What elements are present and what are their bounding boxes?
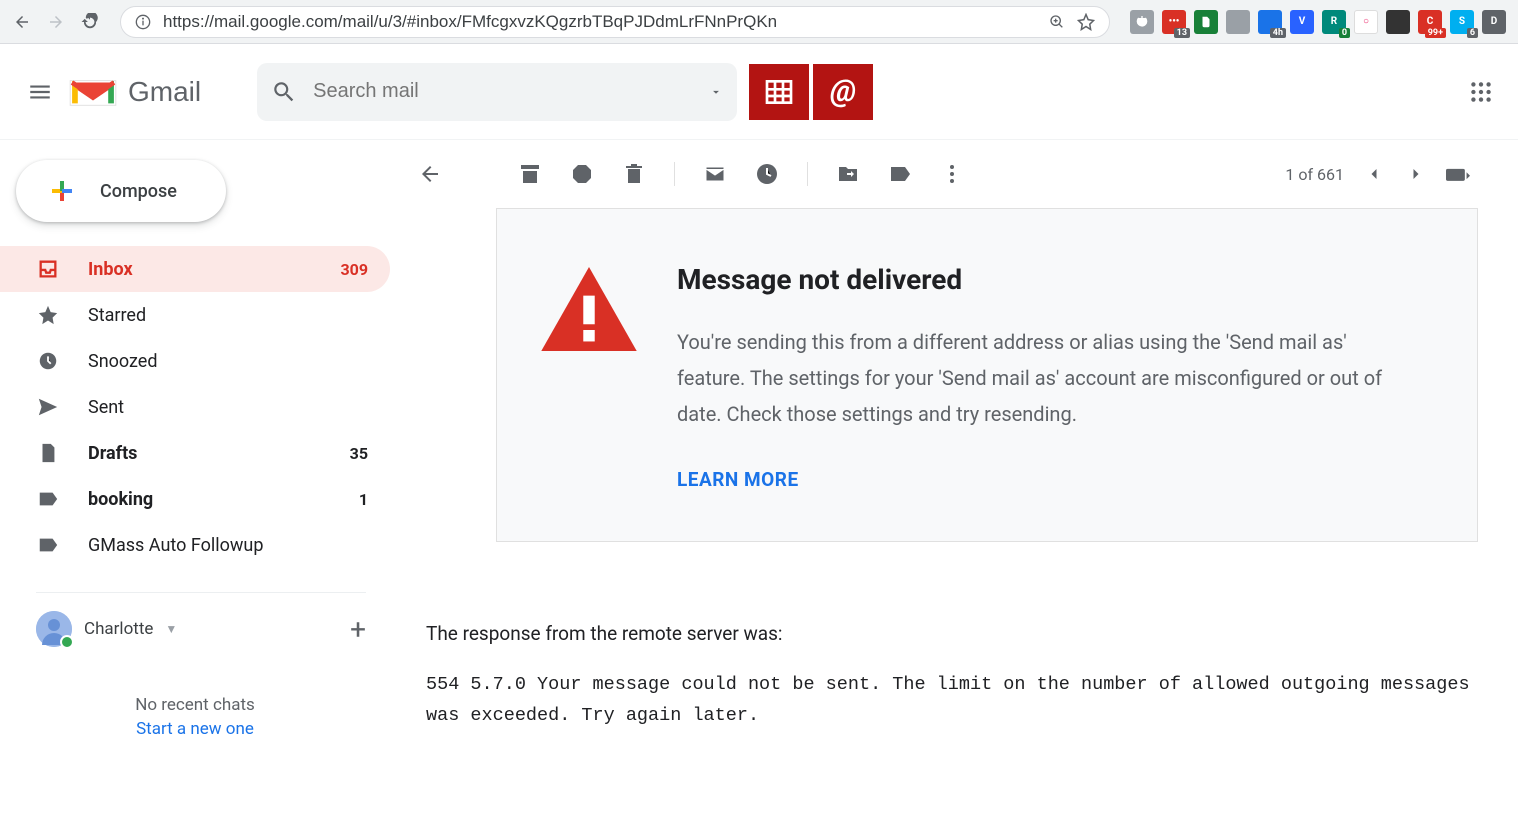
response-code: 554 5.7.0 Your message could not be sent… (426, 669, 1478, 732)
chats-empty: No recent chats Start a new one (0, 695, 390, 739)
next-button[interactable] (1404, 162, 1428, 186)
chevron-down-icon[interactable]: ▼ (165, 622, 177, 636)
file-icon (36, 441, 60, 465)
plus-icon (44, 173, 80, 209)
ext-skype-icon[interactable]: S6 (1450, 10, 1474, 34)
send-icon (36, 395, 60, 419)
address-bar[interactable]: https://mail.google.com/mail/u/3/#inbox/… (120, 6, 1110, 38)
message-toolbar: 1 of 661 (410, 140, 1478, 208)
gmass-buttons: @ (749, 64, 873, 120)
ext-todoist-icon[interactable]: 4h (1258, 10, 1282, 34)
bounce-body: You're sending this from a different add… (677, 324, 1417, 432)
spam-button[interactable] (570, 162, 594, 186)
sidebar-item-sent[interactable]: Sent (0, 384, 390, 430)
gmass-at-button[interactable]: @ (813, 64, 873, 120)
sidebar-item-drafts[interactable]: Drafts 35 (0, 430, 390, 476)
search-input[interactable] (313, 80, 709, 103)
gmail-wordmark: Gmail (128, 76, 201, 108)
response-intro: The response from the remote server was: (426, 622, 1478, 645)
prev-button[interactable] (1362, 162, 1386, 186)
ext-rocket-icon[interactable] (1386, 10, 1410, 34)
gmail-logo[interactable]: Gmail (68, 73, 201, 111)
back-to-inbox-button[interactable] (418, 162, 442, 186)
pager-text: 1 of 661 (1285, 165, 1344, 184)
ext-o-icon[interactable]: ○ (1354, 10, 1378, 34)
zoom-icon[interactable] (1049, 14, 1065, 30)
search-options-dropdown-icon[interactable] (709, 85, 723, 99)
sidebar-item-starred[interactable]: Starred (0, 292, 390, 338)
sidebar-item-snoozed[interactable]: Snoozed (0, 338, 390, 384)
search-box[interactable] (257, 63, 737, 121)
gmass-sheet-button[interactable] (749, 64, 809, 120)
labels-button[interactable] (888, 162, 912, 186)
sidebar: Compose Inbox 309 Starred Snoozed Sent (0, 140, 390, 835)
compose-button[interactable]: Compose (16, 160, 226, 222)
archive-button[interactable] (518, 162, 542, 186)
snooze-button[interactable] (755, 162, 779, 186)
ext-v-icon[interactable]: V (1290, 10, 1314, 34)
hangouts-name[interactable]: Charlotte (84, 619, 153, 639)
search-icon (271, 79, 297, 105)
presence-dot (60, 635, 74, 649)
sidebar-item-gmass-followup[interactable]: GMass Auto Followup (0, 522, 390, 568)
info-icon (135, 14, 151, 30)
ext-power-icon[interactable] (1130, 10, 1154, 34)
learn-more-link[interactable]: LEARN MORE (677, 468, 799, 491)
gmail-header: Gmail @ (0, 44, 1518, 140)
input-tools-button[interactable] (1446, 162, 1470, 186)
ext-d-icon[interactable]: D (1482, 10, 1506, 34)
delete-button[interactable] (622, 162, 646, 186)
warning-icon (541, 267, 637, 351)
ext-save-icon[interactable] (1226, 10, 1250, 34)
more-button[interactable] (940, 162, 964, 186)
gmail-m-icon (68, 73, 118, 111)
ext-lastpass-icon[interactable]: •••13 (1162, 10, 1186, 34)
mark-unread-button[interactable] (703, 162, 727, 186)
bounce-title: Message not delivered (677, 263, 1417, 296)
reload-button[interactable] (80, 12, 100, 32)
sidebar-item-booking[interactable]: booking 1 (0, 476, 390, 522)
label-icon (36, 487, 60, 511)
ext-evernote-icon[interactable] (1194, 10, 1218, 34)
avatar[interactable] (36, 611, 72, 647)
start-chat-link[interactable]: Start a new one (0, 719, 390, 739)
url-text: https://mail.google.com/mail/u/3/#inbox/… (163, 12, 1037, 32)
sidebar-item-inbox[interactable]: Inbox 309 (0, 246, 390, 292)
content-area: 1 of 661 Message not delivered You're se… (390, 140, 1518, 835)
compose-label: Compose (100, 181, 177, 202)
browser-toolbar: https://mail.google.com/mail/u/3/#inbox/… (0, 0, 1518, 44)
separator (674, 162, 675, 186)
label-icon (36, 533, 60, 557)
google-apps-button[interactable] (1468, 79, 1494, 105)
star-icon (36, 303, 60, 327)
inbox-icon (36, 257, 60, 281)
ext-r-icon[interactable]: R0 (1322, 10, 1346, 34)
back-button[interactable] (12, 12, 32, 32)
separator (807, 162, 808, 186)
nav-list: Inbox 309 Starred Snoozed Sent Drafts 35 (0, 246, 390, 568)
extensions-row: •••13 4h V R0 ○ C99+ S6 D (1130, 10, 1506, 34)
ext-c-icon[interactable]: C99+ (1418, 10, 1442, 34)
forward-button[interactable] (46, 12, 66, 32)
main-menu-button[interactable] (16, 68, 64, 116)
new-chat-button[interactable]: + (350, 613, 366, 646)
hangouts-header: Charlotte ▼ + (36, 592, 366, 647)
move-button[interactable] (836, 162, 860, 186)
bounce-card: Message not delivered You're sending thi… (496, 208, 1478, 542)
clock-icon (36, 349, 60, 373)
star-icon[interactable] (1077, 13, 1095, 31)
